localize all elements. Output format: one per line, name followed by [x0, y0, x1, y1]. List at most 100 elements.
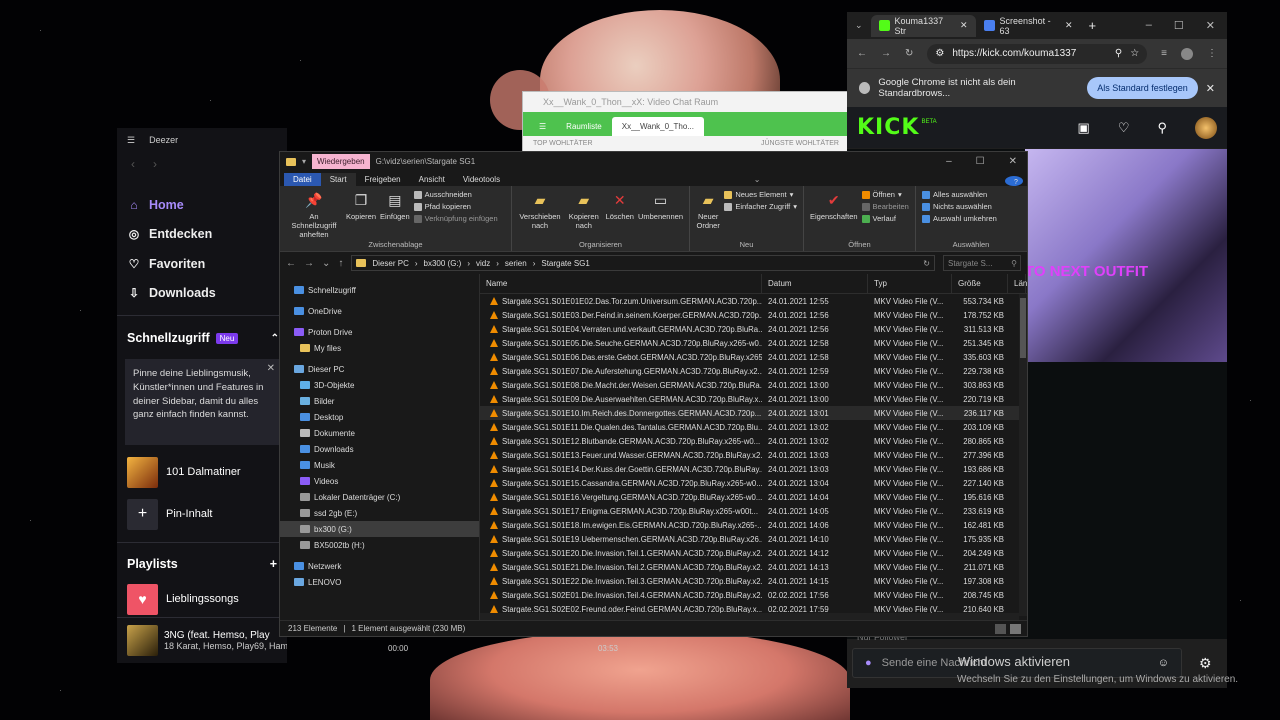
close-icon[interactable]: ✕	[1009, 156, 1017, 167]
recent-locations-icon[interactable]: ⌄	[322, 258, 330, 269]
nav-tree-item[interactable]: BX5002tb (H:)	[280, 537, 479, 553]
search-icon[interactable]: ⚲	[1157, 120, 1167, 136]
tab-share[interactable]: Freigeben	[356, 173, 410, 186]
nav-explore[interactable]: ◎ Entdecken	[127, 220, 287, 250]
bookmark-star-icon[interactable]: ☆	[1130, 48, 1139, 59]
maximize-icon[interactable]: ☐	[1174, 19, 1184, 32]
media-icon[interactable]: ≡	[1161, 48, 1167, 59]
nav-favorites[interactable]: ♡ Favoriten	[127, 249, 287, 279]
properties-button[interactable]: ✔ Eigenschaften	[810, 190, 858, 221]
file-row[interactable]: Stargate.SG1.S01E06.Das.erste.Gebot.GERM…	[480, 350, 1027, 364]
zoom-icon[interactable]: ⚲	[1115, 48, 1122, 59]
col-size[interactable]: Größe	[952, 273, 1008, 294]
pin-quick-access-button[interactable]: 📌 An Schnellzugriff anheften	[286, 190, 342, 239]
file-row[interactable]: Stargate.SG1.S01E16.Vergeltung.GERMAN.AC…	[480, 490, 1027, 504]
chat-settings-gear-icon[interactable]: ⚙	[1199, 655, 1212, 672]
easy-access-button[interactable]: Einfacher Zugriff ▾	[724, 202, 797, 211]
nav-tree-item[interactable]: ssd 2gb (E:)	[280, 505, 479, 521]
file-row[interactable]: Stargate.SG1.S01E13.Feuer.und.Wasser.GER…	[480, 448, 1027, 462]
copy-to-button[interactable]: ▰ Kopieren nach	[566, 190, 602, 230]
quick-access-header[interactable]: Schnellzugriff Neu ⌃	[117, 323, 287, 353]
nav-tree-item[interactable]: Videos	[280, 473, 479, 489]
back-arrow-icon[interactable]: ‹	[131, 157, 135, 171]
file-row[interactable]: Stargate.SG1.S01E04.Verraten.und.verkauf…	[480, 322, 1027, 336]
forward-icon[interactable]: →	[304, 258, 314, 269]
quick-access-toolbar-icon[interactable]: ▾	[302, 157, 306, 166]
history-button[interactable]: Verlauf	[861, 214, 909, 223]
horizontal-scrollbar[interactable]	[480, 613, 1019, 620]
forward-icon[interactable]: →	[881, 48, 891, 59]
playlist-favorite-songs[interactable]: ♥ Lieblingssongs	[117, 578, 287, 620]
vertical-scrollbar[interactable]	[1019, 294, 1027, 616]
back-icon[interactable]: ←	[857, 48, 867, 59]
refresh-icon[interactable]: ↻	[923, 259, 934, 268]
nav-tree-item[interactable]: LENOVO	[280, 574, 479, 590]
video-chat-window[interactable]: Xx__Wank_0_Thon__xX: Video Chat Raum ☰ R…	[522, 91, 850, 153]
add-playlist-icon[interactable]: +	[270, 557, 277, 571]
chevron-up-icon[interactable]: ⌃	[271, 333, 279, 344]
pinned-item[interactable]: 101 Dalmatiner	[117, 451, 287, 493]
ribbon-collapse-icon[interactable]: ⌄	[745, 173, 770, 186]
file-row[interactable]: Stargate.SG1.S01E19.Uebermenschen.GERMAN…	[480, 532, 1027, 546]
file-row[interactable]: Stargate.SG1.S01E21.Die.Invasion.Teil.2.…	[480, 560, 1027, 574]
close-icon[interactable]: ✕	[1206, 19, 1215, 32]
hamburger-icon[interactable]: ☰	[127, 135, 135, 146]
col-type[interactable]: Typ	[868, 273, 952, 294]
emoji-icon[interactable]: ☺	[1158, 657, 1169, 669]
tab-room-list[interactable]: Raumliste	[556, 117, 612, 136]
tab-search-icon[interactable]: ⌄	[847, 20, 871, 31]
col-name[interactable]: Name	[480, 273, 762, 294]
heart-icon[interactable]: ♡	[1118, 120, 1130, 136]
nav-tree-item[interactable]: Netzwerk	[280, 558, 479, 574]
tab-start[interactable]: Start	[320, 173, 356, 186]
close-tab-icon[interactable]: ✕	[1065, 20, 1073, 31]
col-date[interactable]: Datum	[762, 273, 868, 294]
menu-icon[interactable]: ☰	[529, 117, 556, 136]
context-tab-play[interactable]: Wiedergeben	[312, 154, 370, 169]
nav-home[interactable]: ⌂ Home	[127, 190, 287, 220]
nav-tree-item[interactable]: Bilder	[280, 393, 479, 409]
help-icon[interactable]: ?	[1005, 176, 1023, 186]
forward-arrow-icon[interactable]: ›	[153, 157, 157, 171]
user-avatar[interactable]	[1195, 116, 1217, 139]
nav-tree-item[interactable]: OneDrive	[280, 303, 479, 319]
now-playing-title[interactable]: 3NG (feat. Hemso, Play	[164, 630, 287, 641]
mic-icon[interactable]: ●	[865, 657, 872, 669]
breadcrumb-serien[interactable]: serien	[505, 259, 527, 268]
select-none-button[interactable]: Nichts auswählen	[922, 202, 997, 211]
file-row[interactable]: Stargate.SG1.S01E15.Cassandra.GERMAN.AC3…	[480, 476, 1027, 490]
move-to-button[interactable]: ▰ Verschieben nach	[518, 190, 562, 230]
nav-tree-item[interactable]: Desktop	[280, 409, 479, 425]
file-row[interactable]: Stargate.SG1.S01E07.Die.Auferstehung.GER…	[480, 364, 1027, 378]
tab-view[interactable]: Ansicht	[410, 173, 454, 186]
close-tab-icon[interactable]: ✕	[960, 20, 968, 31]
invert-selection-button[interactable]: Auswahl umkehren	[922, 214, 997, 223]
rename-button[interactable]: ▭ Umbenennen	[638, 190, 683, 221]
pin-content-button[interactable]: + Pin-Inhalt	[117, 493, 287, 535]
open-button[interactable]: Öffnen ▾	[861, 190, 909, 199]
file-row[interactable]: Stargate.SG1.S01E08.Die.Macht.der.Weisen…	[480, 378, 1027, 392]
file-row[interactable]: Stargate.SG1.S02E01.Die.Invasion.Teil.4.…	[480, 588, 1027, 602]
file-row[interactable]: Stargate.SG1.S01E09.Die.Auserwaehlten.GE…	[480, 392, 1027, 406]
file-row[interactable]: Stargate.SG1.S01E12.Blutbande.GERMAN.AC3…	[480, 434, 1027, 448]
breadcrumb-drive[interactable]: bx300 (G:)	[424, 259, 462, 268]
nav-tree-item[interactable]: My files	[280, 340, 479, 356]
nav-tree-item[interactable]: Dieser PC	[280, 361, 479, 377]
nav-tree-item[interactable]: Dokumente	[280, 425, 479, 441]
new-item-button[interactable]: Neues Element ▾	[724, 190, 797, 199]
paste-shortcut-button[interactable]: Verknüpfung einfügen	[413, 214, 498, 223]
nav-tree-item[interactable]: Proton Drive	[280, 324, 479, 340]
details-view-icon[interactable]	[995, 623, 1006, 634]
breadcrumb-current[interactable]: Stargate SG1	[541, 259, 589, 268]
tab-room[interactable]: Xx__Wank_0_Tho...	[611, 117, 704, 136]
tab-kick[interactable]: Kouma1337 Str ✕	[870, 14, 976, 37]
breadcrumb-vidz[interactable]: vidz	[476, 259, 490, 268]
select-all-button[interactable]: Alles auswählen	[922, 190, 997, 199]
now-playing-bar[interactable]: 3NG (feat. Hemso, Play 18 Karat, Hemso, …	[117, 617, 287, 663]
nav-downloads[interactable]: ⇩ Downloads	[127, 279, 287, 309]
now-playing-artists[interactable]: 18 Karat, Hemso, Play69, Hamada,	[164, 641, 287, 651]
maximize-icon[interactable]: ☐	[976, 156, 985, 167]
address-bar[interactable]: ⚙ https://kick.com/kouma1337 ⚲ ☆	[927, 43, 1148, 64]
copy-path-button[interactable]: Pfad kopieren	[413, 202, 498, 211]
tab-screenshot[interactable]: Screenshot - 63 ✕	[976, 15, 1081, 37]
